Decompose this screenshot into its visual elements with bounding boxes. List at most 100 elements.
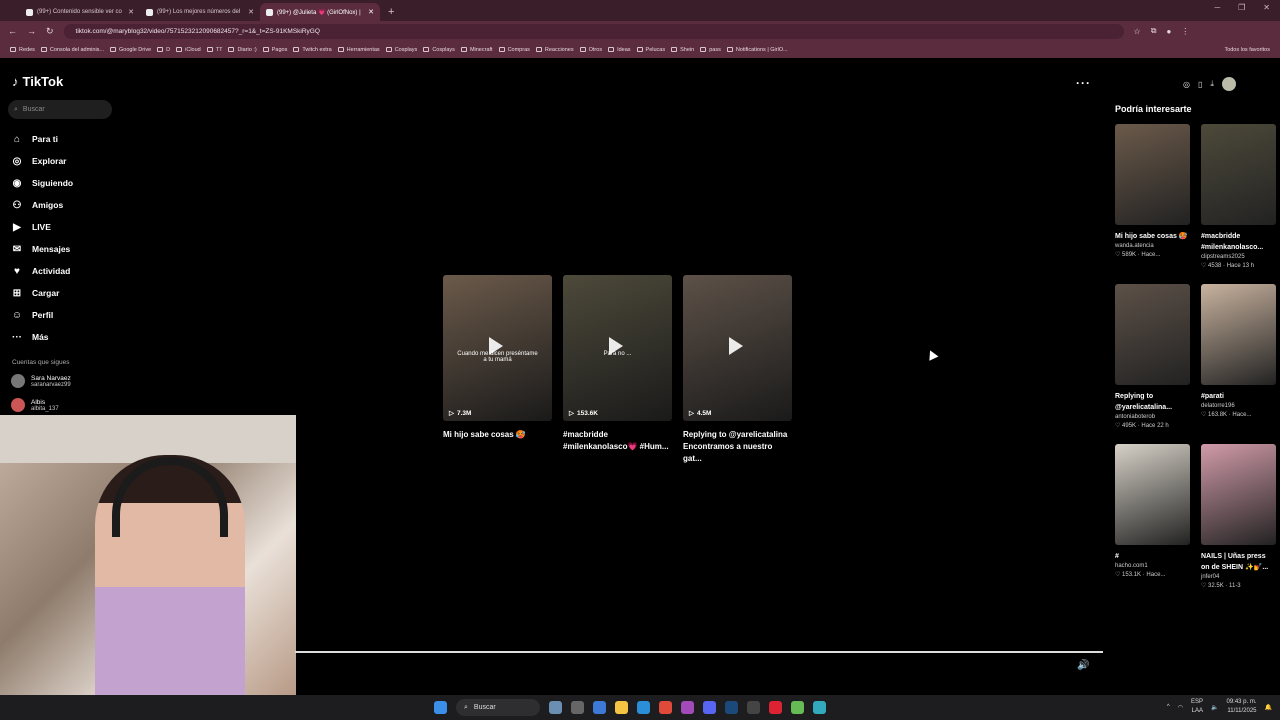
video-title[interactable]: #macbridde #milenkanolasco💗 #Hum... [563,429,672,453]
extensions-icon[interactable]: ⧉ [1151,26,1157,36]
suggested-thumbnail[interactable] [1201,284,1276,385]
bookmark-item[interactable]: D [157,47,170,53]
bookmark-item[interactable]: Redes [10,47,35,53]
bookmark-item[interactable]: Notifications | GirlO... [726,47,788,53]
close-icon[interactable]: ✕ [248,8,254,16]
video-card[interactable]: Cuando me dicen preséntame a tu mamá ▷ 7.3… [443,275,552,465]
bookmark-star-icon[interactable]: ☆ [1134,27,1141,36]
sidebar-item-cargar[interactable]: ⊞ Cargar [11,282,73,304]
steam-icon[interactable] [725,701,738,714]
bookmark-item[interactable]: Cosplays [423,47,455,53]
forward-icon[interactable]: → [27,26,36,36]
sidebar-item-más[interactable]: ··· Más [11,326,73,348]
close-icon[interactable]: ✕ [368,8,374,16]
browser-tab-3[interactable]: (99+) @Julieta 💗 (GirlOfNox) | ✕ [260,3,380,21]
video-title[interactable]: Replying to @yarelicatalina Encontramos … [683,429,792,465]
volume-icon[interactable]: 🔈 [1211,704,1218,711]
suggested-title[interactable]: #macbridde #milenkanolasco... [1201,231,1276,253]
suggested-title[interactable]: #parati [1201,391,1276,402]
bookmark-item[interactable]: Consola del adminis... [40,47,104,53]
maximize-icon[interactable]: ❐ [1238,3,1245,12]
suggested-user[interactable]: delatorre196 [1201,403,1276,409]
video-thumbnail[interactable]: Para no ... ▷ 153.6K [563,275,672,421]
notification-icon[interactable]: 🔔 [1265,704,1272,711]
video-thumbnail[interactable]: ▷ 4.5M [683,275,792,421]
bookmark-item[interactable]: Compras [498,47,530,53]
bookmark-item[interactable]: pass [700,47,721,53]
bookmark-item[interactable]: TT [206,47,222,53]
bookmark-item[interactable]: Shein [671,47,694,53]
weather-icon[interactable] [549,701,562,714]
sidebar-item-actividad[interactable]: ♥ Actividad [11,260,73,282]
video-card[interactable]: ▷ 4.5M Replying to @yarelicatalina Encontr… [683,275,792,465]
suggested-title[interactable]: Mi hijo sabe cosas 🥵 [1115,231,1190,242]
phone-icon[interactable]: ▯ [1198,80,1202,89]
suggested-video[interactable]: Replying to @yarelicatalina... antoniabot… [1115,284,1190,444]
all-favorites[interactable]: Todos los favoritos [1224,47,1270,53]
sidebar-item-explorar[interactable]: ◎ Explorar [11,150,73,172]
suggested-title[interactable]: Replying to @yarelicatalina... [1115,391,1190,413]
suggested-user[interactable]: clipstreams2025 [1201,254,1276,260]
bookmark-item[interactable]: Minecraft [460,47,493,53]
language-indicator[interactable]: ESP LAA [1191,698,1203,716]
suggested-user[interactable]: wanda.atencia [1115,243,1190,249]
followed-account[interactable]: Albis albita_137 [11,398,59,412]
bookmark-item[interactable]: iCloud [176,47,201,53]
bookmark-item[interactable]: Cosplays [385,47,417,53]
browser-icon[interactable] [681,701,694,714]
obs-icon[interactable] [747,701,760,714]
discord-icon[interactable] [703,701,716,714]
clock[interactable]: 09:43 p. m. 11/11/2025 [1226,698,1256,716]
taskbar-search[interactable]: ⌕ Buscar [456,699,540,716]
suggested-title[interactable]: # [1115,551,1190,562]
video-thumbnail[interactable]: Cuando me dicen preséntame a tu mamá ▷ 7.3… [443,275,552,421]
app-icon[interactable] [791,701,804,714]
bookmark-item[interactable]: Ideas [608,47,631,53]
suggested-user[interactable]: antoniaboterob [1115,414,1190,420]
user-avatar[interactable] [1221,77,1236,91]
sidebar-item-amigos[interactable]: ⚇ Amigos [11,194,73,216]
suggested-thumbnail[interactable] [1201,124,1276,225]
suggested-thumbnail[interactable] [1115,444,1190,545]
task-view-icon[interactable] [571,701,584,714]
tiktok-logo[interactable]: ♪ TikTok [12,74,63,89]
browser-tab-2[interactable]: (99+) Los mejores números del ✕ [140,3,260,21]
bookmark-item[interactable]: Diario :) [228,47,257,53]
search-input[interactable]: ⌕ Buscar [8,100,112,119]
suggested-video[interactable]: #parati delatorre196 ♡ 163.8K · Hace... [1201,284,1276,444]
bookmark-item[interactable]: Pagos [262,47,287,53]
sidebar-item-live[interactable]: ▶ LIVE [11,216,73,238]
sidebar-item-perfil[interactable]: ☺ Perfil [11,304,73,326]
chrome-icon[interactable] [659,701,672,714]
sidebar-item-siguiendo[interactable]: ◉ Siguiendo [11,172,73,194]
browser-menu-icon[interactable]: ⋮ [1181,27,1189,36]
suggested-title[interactable]: NAILS | Uñas press on de SHEIN ✨💅... [1201,551,1276,573]
close-window-icon[interactable]: ✕ [1263,3,1270,12]
suggested-video[interactable]: # hacho.com1 ♡ 153.1K · Hace... [1115,444,1190,604]
suggested-thumbnail[interactable] [1115,284,1190,385]
suggested-video[interactable]: NAILS | Uñas press on de SHEIN ✨💅... jnfe… [1201,444,1276,604]
browser-tab-1[interactable]: (99+) Contenido sensible ver co ✕ [20,3,140,21]
app-icon[interactable] [813,701,826,714]
video-card[interactable]: Para no ... ▷ 153.6K #macbridde #milenkanol… [563,275,672,465]
copilot-icon[interactable] [593,701,606,714]
video-progress-bar[interactable] [295,651,1103,653]
close-icon[interactable]: ✕ [128,8,134,16]
suggested-thumbnail[interactable] [1115,124,1190,225]
back-icon[interactable]: ← [8,26,17,36]
sidebar-item-para-ti[interactable]: ⌂ Para ti [11,128,73,150]
volume-icon[interactable]: 🔊 [1077,660,1089,671]
new-tab-icon[interactable]: + [388,6,394,18]
followed-account[interactable]: Sara Narvaez saranarvaez99 [11,374,71,388]
windows-start-icon[interactable] [434,701,447,714]
bookmark-item[interactable]: Herramientas [337,47,380,53]
suggested-thumbnail[interactable] [1201,444,1276,545]
wifi-icon[interactable]: ◠ [1178,704,1183,711]
more-options-icon[interactable]: ··· [1076,76,1091,90]
minimize-icon[interactable]: ─ [1214,3,1220,12]
file-explorer-icon[interactable] [615,701,628,714]
suggested-user[interactable]: jnfer04 [1201,574,1276,580]
video-title[interactable]: Mi hijo sabe cosas 🥵 [443,429,552,441]
edge-icon[interactable] [637,701,650,714]
suggested-video[interactable]: Mi hijo sabe cosas 🥵 wanda.atencia ♡ 589K … [1115,124,1190,284]
